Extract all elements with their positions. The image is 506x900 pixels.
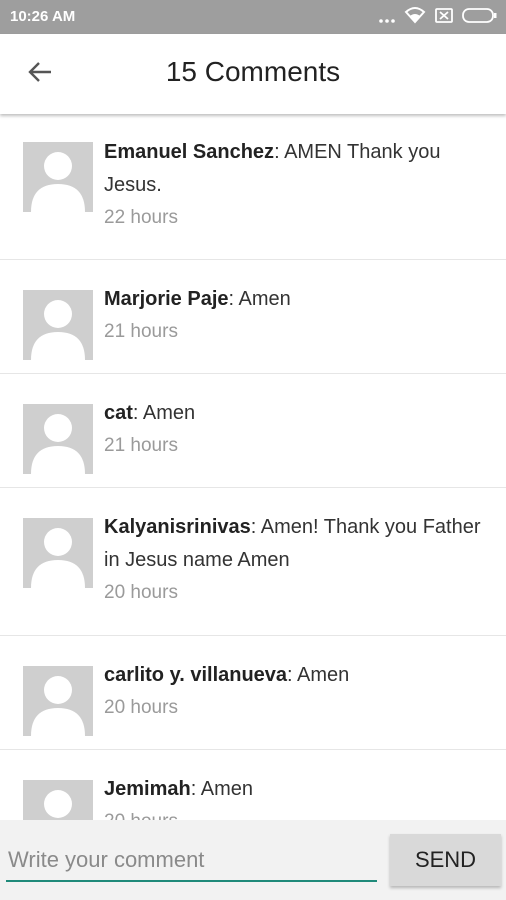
person-placeholder-icon [31,152,85,212]
comment-text: : Amen [190,778,253,800]
status-icons [378,5,498,29]
comment-item: Jemimah: Amen 20 hours [0,750,506,820]
comment-composer: SEND [0,820,506,900]
person-placeholder-icon [31,414,85,474]
person-placeholder-icon [44,790,72,818]
status-bar: 10:26 AM [0,0,506,34]
comment-time: 21 hours [104,321,178,342]
comment-item: Marjorie Paje: Amen 21 hours [0,260,506,374]
status-time: 10:26 AM [10,8,76,25]
comment-list[interactable]: Emanuel Sanchez: AMEN Thank you Jesus. 2… [0,114,506,820]
avatar [23,780,93,820]
comment-time: 20 hours [104,697,178,718]
send-button[interactable]: SEND [390,834,501,886]
wifi-icon [404,5,426,29]
avatar [23,404,93,474]
more-dots-icon [378,5,396,29]
comment-input[interactable] [6,840,377,882]
comment-time: 21 hours [104,435,178,456]
comment-author[interactable]: carlito y. villanueva [104,664,287,686]
comment-item: Kalyanisrinivas: Amen! Thank you Father … [0,488,506,636]
avatar [23,518,93,588]
avatar [23,290,93,360]
person-placeholder-icon [31,676,85,736]
comment-item: carlito y. villanueva: Amen 20 hours [0,636,506,750]
person-placeholder-icon [31,528,85,588]
comment-author[interactable]: Marjorie Paje [104,288,229,310]
person-placeholder-icon [31,300,85,360]
comment-text: : Amen [228,288,291,310]
battery-icon [462,5,498,29]
comment-text: : Amen [132,402,196,424]
comment-author[interactable]: Jemimah [104,778,191,800]
comment-item: cat: Amen 21 hours [0,374,506,488]
comment-text: : Amen [287,664,350,686]
comment-time: 20 hours [104,582,178,603]
comment-time: 22 hours [104,207,178,228]
comment-author[interactable]: Emanuel Sanchez [104,141,274,163]
avatar [23,666,93,736]
page-title: 15 Comments [165,56,341,87]
comment-item: Emanuel Sanchez: AMEN Thank you Jesus. 2… [0,114,506,260]
comment-author[interactable]: cat [104,402,133,424]
sim-disabled-icon [434,5,454,29]
avatar [23,142,93,212]
app-bar: 15 Comments [0,34,506,114]
comment-author[interactable]: Kalyanisrinivas [104,516,251,538]
comment-time: 20 hours [104,806,486,820]
